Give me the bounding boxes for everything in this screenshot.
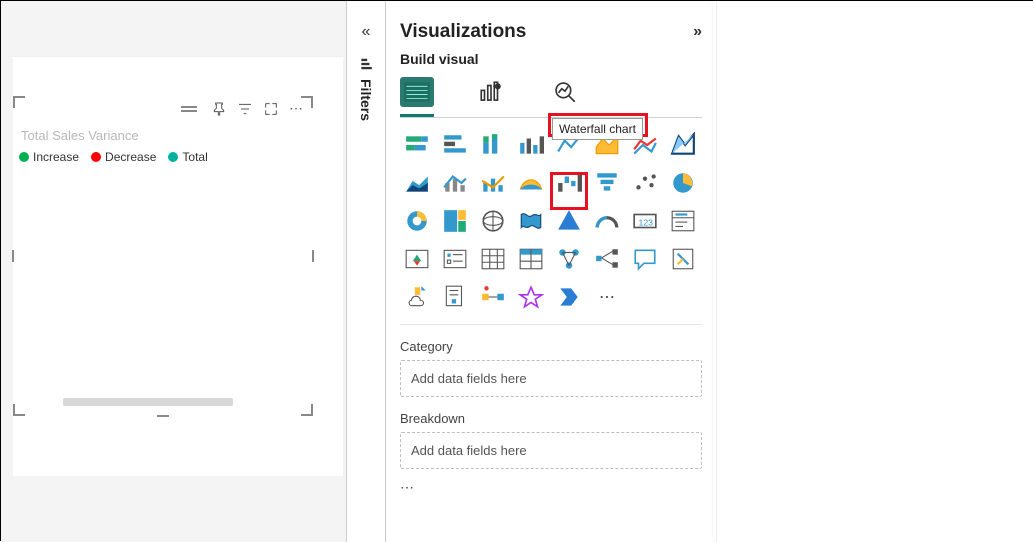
viz-type-py-visual[interactable] (666, 242, 700, 276)
visual-header-toolbar: ⋯ (181, 100, 305, 117)
visual-title: Total Sales Variance (21, 128, 139, 143)
viz-type-filled-map[interactable] (514, 204, 548, 238)
chevron-left-icon[interactable]: « (362, 23, 371, 41)
chevron-right-icon[interactable]: » (693, 23, 702, 41)
report-canvas[interactable]: ⋯ Total Sales Variance Increase Decrease… (1, 1, 346, 542)
tab-format[interactable] (474, 77, 508, 107)
viz-type-multi-row-card[interactable] (666, 204, 700, 238)
legend-total: Total (168, 150, 207, 164)
viz-type-area-stacked[interactable] (400, 166, 434, 200)
more-options-icon[interactable]: ⋯ (289, 100, 305, 117)
horizontal-scrollbar[interactable] (63, 398, 233, 406)
build-visual-subtitle: Build visual (400, 51, 702, 67)
viz-type-kpi[interactable] (400, 242, 434, 276)
viz-type-treemap[interactable] (438, 204, 472, 238)
viz-type-slicer[interactable] (438, 242, 472, 276)
legend-increase-swatch (19, 152, 29, 162)
filters-icon (359, 57, 373, 74)
visual-legend: Increase Decrease Total (19, 150, 208, 164)
filter-icon[interactable] (237, 101, 253, 117)
legend-decrease-label: Decrease (105, 150, 156, 164)
viz-type-donut[interactable] (400, 204, 434, 238)
viz-type-clustered-bar[interactable] (438, 128, 472, 162)
tooltip-waterfall: Waterfall chart (552, 118, 643, 140)
legend-decrease: Decrease (91, 150, 156, 164)
viz-tabstrip (400, 77, 702, 118)
svg-text:123: 123 (639, 217, 654, 227)
legend-decrease-swatch (91, 152, 101, 162)
field-well-breakdown[interactable]: Add data fields here (400, 432, 702, 469)
field-well-category-label: Category (400, 339, 702, 354)
viz-type-gauge[interactable] (590, 204, 624, 238)
viz-type-line-stacked[interactable] (438, 166, 472, 200)
more-field-wells[interactable]: ⋯ (400, 479, 702, 496)
viz-type-decomp[interactable] (590, 242, 624, 276)
viz-type-clustered-column[interactable] (514, 128, 548, 162)
legend-total-label: Total (182, 150, 207, 164)
viz-type-more[interactable]: ⋯ (590, 280, 624, 314)
viz-type-card[interactable]: 123 (628, 204, 662, 238)
viz-type-scatter[interactable] (628, 166, 662, 200)
viz-type-table[interactable] (476, 242, 510, 276)
viz-type-map[interactable] (476, 204, 510, 238)
viz-type-azure-map[interactable] (552, 204, 586, 238)
viz-type-combo[interactable] (476, 166, 510, 200)
field-well-category[interactable]: Add data fields here (400, 360, 702, 397)
visual-placeholder[interactable]: ⋯ Total Sales Variance Increase Decrease… (13, 96, 313, 416)
legend-increase: Increase (19, 150, 79, 164)
tab-analytics[interactable] (548, 77, 582, 107)
viz-type-paginated[interactable] (400, 280, 434, 314)
pin-icon[interactable] (211, 101, 227, 117)
viz-gallery: 123 ⋯ (400, 128, 702, 325)
blank-area (716, 1, 1033, 542)
viz-type-stacked-bar[interactable] (400, 128, 434, 162)
viz-type-pie[interactable] (666, 166, 700, 200)
tab-fields[interactable] (400, 77, 434, 107)
viz-type-r-visual[interactable] (552, 242, 586, 276)
viz-type-qna[interactable] (628, 242, 662, 276)
viz-type-waterfall-alt[interactable] (514, 166, 548, 200)
viz-type-funnel[interactable] (590, 166, 624, 200)
visualizations-title: Visualizations (400, 21, 526, 43)
field-well-category-section: Category Add data fields here (400, 339, 702, 397)
legend-total-swatch (168, 152, 178, 162)
viz-type-waterfall[interactable] (552, 166, 586, 200)
legend-increase-label: Increase (33, 150, 79, 164)
drag-handle-icon[interactable] (181, 106, 197, 112)
filters-pane-collapsed[interactable]: « Filters (346, 1, 386, 542)
viz-type-power-automate[interactable] (552, 280, 586, 314)
field-well-breakdown-label: Breakdown (400, 411, 702, 426)
focus-mode-icon[interactable] (263, 101, 279, 117)
viz-type-ribbon[interactable] (666, 128, 700, 162)
viz-type-metrics[interactable] (514, 280, 548, 314)
viz-type-matrix[interactable] (514, 242, 548, 276)
viz-type-stacked-column[interactable] (476, 128, 510, 162)
viz-type-ai-narrative[interactable] (438, 280, 472, 314)
visualizations-pane: Visualizations » Build visual Waterfall … (386, 1, 716, 542)
viz-type-key-influencers[interactable] (476, 280, 510, 314)
field-well-breakdown-section: Breakdown Add data fields here (400, 411, 702, 469)
filters-label: Filters (358, 79, 374, 121)
